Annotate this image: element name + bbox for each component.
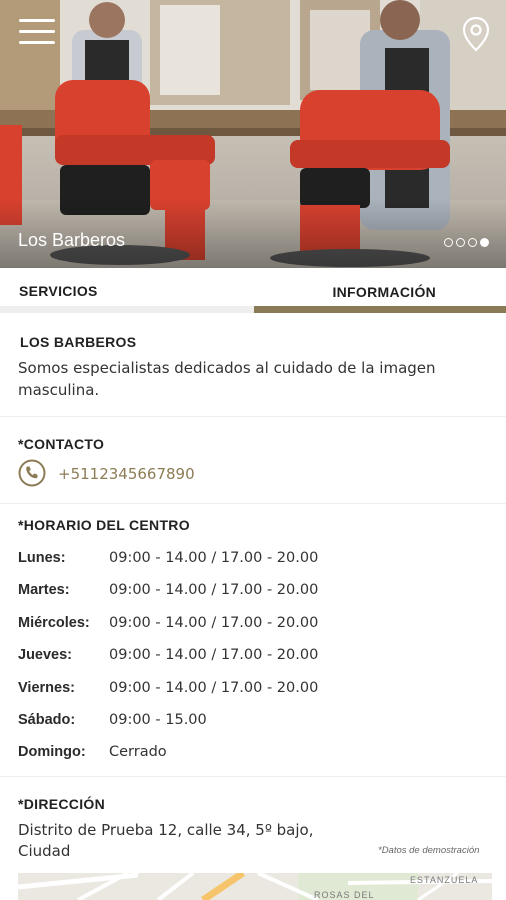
schedule-day: Martes:: [18, 582, 70, 598]
hero-title: Los Barberos: [18, 230, 126, 250]
schedule-hours: 09:00 - 14.00 / 17.00 - 20.00: [109, 582, 319, 598]
schedule-hours: 09:00 - 14.00 / 17.00 - 20.00: [109, 615, 319, 631]
schedule-day: Miércoles:: [18, 615, 90, 631]
tab-active-indicator: [254, 306, 506, 313]
schedule-day: Domingo:: [18, 744, 86, 760]
divider: [0, 503, 506, 504]
hamburger-menu-icon[interactable]: [19, 19, 55, 47]
schedule-hours: Cerrado: [109, 744, 167, 760]
map-label: ESTANZUELA: [410, 875, 479, 885]
divider: [0, 416, 506, 417]
hero-banner[interactable]: Los Barberos: [0, 0, 506, 268]
menu-line: [19, 19, 55, 22]
address-line1: Distrito de Prueba 12, calle 34, 5º bajo…: [18, 821, 314, 839]
about-heading: LOS BARBEROS: [20, 334, 137, 350]
schedule-day: Viernes:: [18, 680, 75, 696]
carousel-dots[interactable]: [444, 238, 489, 247]
schedule-day: Sábado:: [18, 712, 76, 728]
menu-line: [19, 41, 55, 44]
about-description-line2: masculina.: [18, 381, 100, 399]
schedule-day: Lunes:: [18, 550, 66, 566]
map-pin-icon[interactable]: [461, 16, 491, 52]
carousel-dot[interactable]: [468, 238, 477, 247]
about-description-line1: Somos especialistas dedicados al cuidado…: [18, 359, 436, 377]
menu-line: [19, 30, 55, 33]
divider: [0, 776, 506, 777]
schedule-day: Jueves:: [18, 647, 73, 663]
contact-heading: *CONTACTO: [18, 436, 105, 452]
schedule-hours: 09:00 - 14.00 / 17.00 - 20.00: [109, 550, 319, 566]
address-heading: *DIRECCIÓN: [18, 796, 106, 812]
carousel-dot[interactable]: [456, 238, 465, 247]
demo-data-note: *Datos de demostración: [378, 845, 480, 856]
phone-icon[interactable]: [18, 459, 46, 487]
location-map[interactable]: ESTANZUELA ROSAS DEL: [18, 873, 492, 900]
schedule-hours: 09:00 - 14.00 / 17.00 - 20.00: [109, 647, 319, 663]
schedule-heading: *HORARIO DEL CENTRO: [18, 517, 190, 533]
contact-phone-link[interactable]: +5112345667890: [58, 465, 195, 483]
tab-underline: [0, 306, 506, 313]
carousel-dot-active[interactable]: [480, 238, 489, 247]
carousel-dot[interactable]: [444, 238, 453, 247]
address-line2: Ciudad: [18, 842, 71, 860]
schedule-hours: 09:00 - 14.00 / 17.00 - 20.00: [109, 680, 319, 696]
map-label: ROSAS DEL: [314, 890, 375, 900]
schedule-hours: 09:00 - 15.00: [109, 712, 207, 728]
